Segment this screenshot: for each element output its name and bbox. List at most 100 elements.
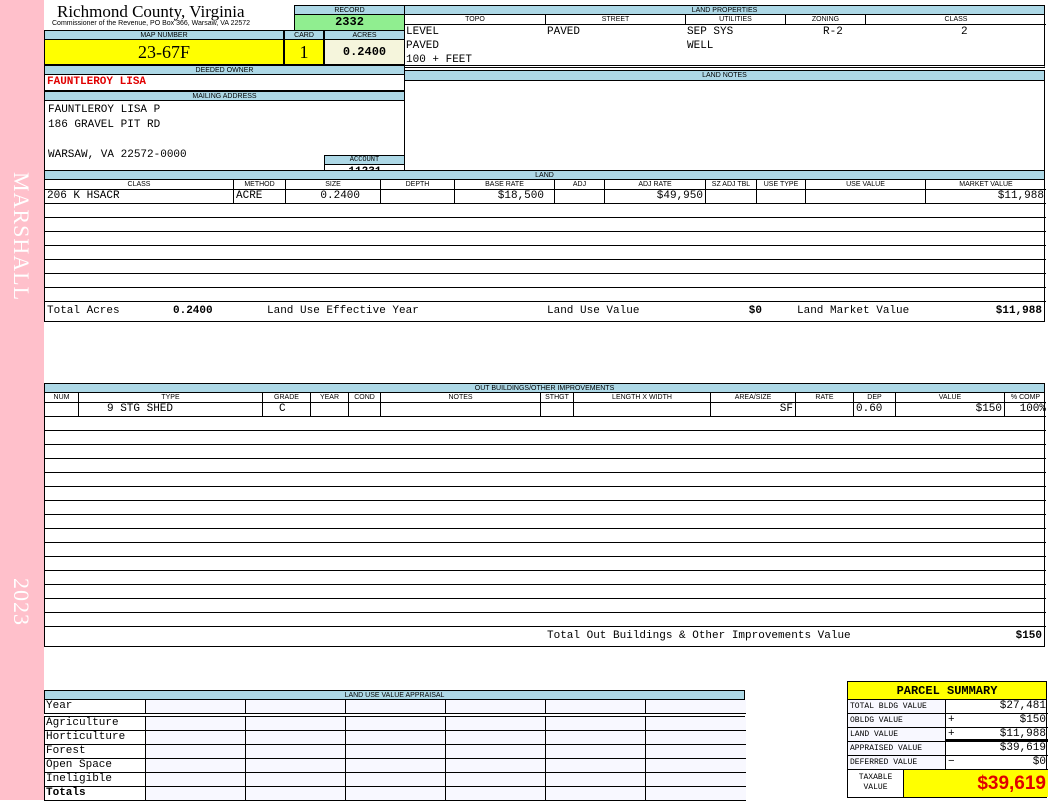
ob-type: 9 STG SHED [79, 403, 263, 417]
empty-row [44, 288, 1046, 302]
land-use-effective-year-label: Land Use Effective Year [267, 305, 419, 317]
ob-year [311, 403, 349, 417]
outbuildings-section: OUT BUILDINGS/OTHER IMPROVEMENTS NUM TYPE… [44, 383, 1046, 647]
deeded-owner-name: FAUNTLEROY LISA [44, 75, 405, 91]
summary-sign: + [948, 714, 955, 726]
parcel-summary-title: PARCEL SUMMARY [847, 681, 1047, 700]
land-section: LAND CLASS METHOD SIZE DEPTH BASE RATE ADJ ADJ… [44, 170, 1046, 322]
column-header: METHOD [234, 180, 286, 190]
land-use-row: Forest [44, 745, 746, 759]
column-header: VALUE [896, 393, 1005, 403]
ob-notes [381, 403, 541, 417]
column-header: CLASS [45, 180, 234, 190]
empty-row [44, 246, 1046, 260]
land-use-row: Agriculture [44, 717, 746, 731]
summary-sign: + [948, 728, 955, 740]
summary-value: $0 [1032, 756, 1046, 768]
empty-row [44, 529, 1046, 543]
owner-vertical-label: MARSHALL [9, 172, 34, 302]
column-header: ADJ RATE [605, 180, 706, 190]
empty-row [44, 232, 1046, 246]
land-market-value: $11,988 [926, 190, 1046, 204]
summary-label: OBLDG VALUE [848, 714, 946, 728]
total-acres-value: 0.2400 [173, 305, 213, 317]
outbuildings-total-value: $150 [1015, 630, 1042, 642]
empty-row [44, 487, 1046, 501]
land-use-row: Horticulture [44, 731, 746, 745]
ob-length-width [574, 403, 711, 417]
land-use-row: Ineligible [44, 773, 746, 787]
year-vertical-label: 2023 [9, 578, 34, 626]
land-use-row: Open Space [44, 759, 746, 773]
column-header: LENGTH X WIDTH [574, 393, 711, 403]
utilities-values: SEP SYS WELL [687, 25, 733, 53]
record-box: RECORD 2332 [294, 5, 405, 31]
ob-rate [796, 403, 854, 417]
land-use-category: Horticulture [45, 731, 146, 745]
summary-value-cell: − $0 [946, 756, 1048, 770]
column-header: RATE [796, 393, 854, 403]
card-label: CARD [284, 30, 324, 40]
county-title: Richmond County, Virginia [57, 2, 245, 21]
utility-value: SEP SYS [687, 26, 734, 38]
land-use-value-label: Land Use Value [547, 305, 640, 317]
summary-value: $150 [1019, 714, 1046, 726]
empty-row [44, 501, 1046, 515]
office-subtitle: Commissioner of the Revenue, PO Box 366,… [52, 20, 251, 27]
column-header: COND [349, 393, 381, 403]
summary-value-cell: $27,481 [946, 700, 1048, 714]
column-header: MARKET VALUE [926, 180, 1046, 190]
empty-row [44, 204, 1046, 218]
topo-value: 100 + FEET [406, 54, 473, 66]
table-row: 206 K HSACR ACRE 0.2400 $18,500 $49,950 … [44, 190, 1046, 204]
outbuildings-column-headers: NUM TYPE GRADE YEAR COND NOTES STHGT LENGTH X W… [44, 393, 1046, 403]
land-use-value [806, 190, 926, 204]
column-header: ADJ [555, 180, 605, 190]
topo-value: PAVED [406, 40, 440, 52]
topo-header: TOPO [405, 15, 546, 25]
empty-row [44, 260, 1046, 274]
year-label: Year [45, 700, 146, 714]
column-header: SZ ADJ TBL [706, 180, 757, 190]
empty-row [44, 218, 1046, 232]
ob-value: $150 [896, 403, 1005, 417]
parcel-summary: PARCEL SUMMARY TOTAL BLDG VALUE $27,481 OB… [847, 681, 1048, 798]
column-header: AREA/SIZE [711, 393, 796, 403]
land-use-category: Forest [45, 745, 146, 759]
summary-label: DEFERRED VALUE [848, 756, 946, 770]
column-header: NOTES [381, 393, 541, 403]
side-strip: MARSHALL 2023 [0, 0, 44, 800]
column-header: % COMP [1005, 393, 1046, 403]
empty-row [44, 473, 1046, 487]
land-sz-adj-tbl [706, 190, 757, 204]
land-class: 206 K HSACR [45, 190, 234, 204]
ob-percent-complete: 100% [1005, 403, 1046, 417]
ob-cond [349, 403, 381, 417]
owner-section: DEEDED OWNER FAUNTLEROY LISA MAILING ADD… [44, 65, 405, 180]
taxable-value: $39,619 [904, 770, 1048, 797]
zoning-value: R-2 [823, 26, 843, 38]
land-properties-title: LAND PROPERTIES [404, 5, 1045, 15]
column-header: SIZE [286, 180, 381, 190]
land-notes-title: LAND NOTES [405, 71, 1044, 81]
column-header: DEP [854, 393, 896, 403]
ob-dep: 0.60 [854, 403, 896, 417]
outbuildings-total-label: Total Out Buildings & Other Improvements… [547, 630, 851, 642]
summary-value: $11,988 [999, 728, 1046, 740]
column-header: YEAR [311, 393, 349, 403]
land-use-value-total: $0 [748, 305, 762, 317]
topo-values: LEVEL PAVED 100 + FEET [406, 25, 472, 67]
zoning-header: ZONING [786, 15, 866, 25]
empty-row [44, 445, 1046, 459]
table-row: 9 STG SHED C SF 0.60 $150 100% [44, 403, 1046, 417]
empty-row [44, 431, 1046, 445]
record-value: 2332 [294, 15, 405, 31]
empty-row [44, 571, 1046, 585]
ob-area: SF [711, 403, 796, 417]
outbuildings-total-row: Total Out Buildings & Other Improvements… [44, 627, 1045, 647]
land-use-appraisal: LAND USE VALUE APPRAISAL Year Agricultur… [44, 690, 746, 801]
land-totals-row: Total Acres 0.2400 Land Use Effective Ye… [44, 302, 1045, 322]
land-properties-values: LEVEL PAVED 100 + FEET PAVED SEP SYS WEL… [404, 25, 1045, 68]
total-acres-label: Total Acres [47, 305, 120, 317]
column-header: STHGT [541, 393, 574, 403]
